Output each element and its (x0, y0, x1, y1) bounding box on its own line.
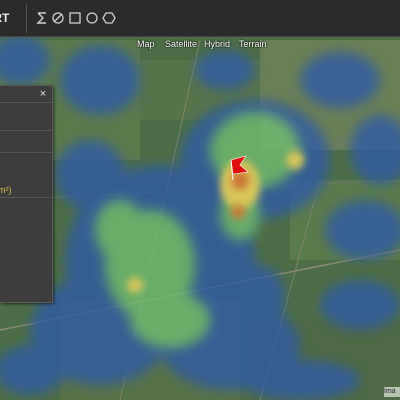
map-type-satellite[interactable]: Satellite (165, 38, 197, 50)
toolbar: ORT (0, 0, 400, 37)
map-type-terrain[interactable]: Terrain (239, 38, 267, 50)
map-type-hybrid[interactable]: Hybrid (204, 38, 230, 50)
square-icon[interactable] (68, 11, 82, 25)
map-type-map[interactable]: Map (137, 38, 155, 50)
map-attribution: Ima (384, 387, 400, 397)
close-icon[interactable]: × (38, 88, 48, 100)
heatmap-map[interactable] (0, 0, 400, 400)
sigma-icon[interactable] (35, 11, 49, 25)
panel-area-unit: m²) (0, 185, 12, 195)
panel-divider (0, 197, 52, 198)
info-panel: × m²) (0, 85, 53, 303)
hexagon-icon[interactable] (102, 11, 116, 25)
panel-divider (0, 102, 52, 103)
toolbar-divider (26, 4, 27, 33)
panel-divider (0, 130, 52, 131)
panel-divider (0, 152, 52, 153)
slashed-circle-icon[interactable] (51, 11, 65, 25)
export-button[interactable]: ORT (0, 0, 24, 37)
circle-icon[interactable] (85, 11, 99, 25)
